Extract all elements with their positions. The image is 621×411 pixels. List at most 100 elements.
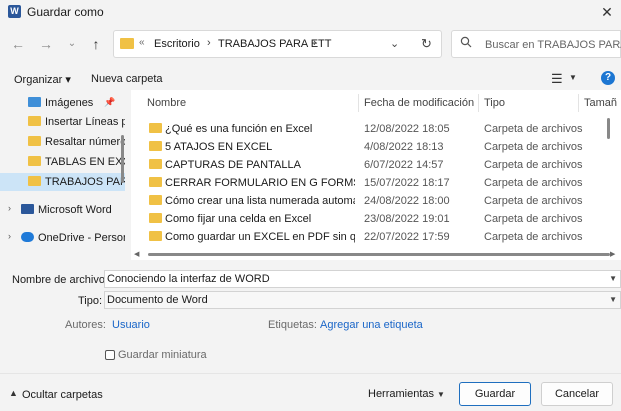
hide-folders-button[interactable]: Ocultar carpetas <box>22 389 103 401</box>
window-title: Guardar como <box>27 5 104 19</box>
file-row[interactable]: Como guardar un EXCEL en PDF sin que s..… <box>131 228 611 246</box>
file-type: Carpeta de archivos <box>484 195 583 207</box>
file-row[interactable]: Como fijar una celda en Excel 23/08/2022… <box>131 210 611 228</box>
filename-value: Conociendo la interfaz de WORD <box>107 273 270 285</box>
search-input[interactable]: Buscar en TRABAJOS PARA E... <box>451 30 621 58</box>
file-type: Carpeta de archivos <box>484 231 583 243</box>
folder-icon <box>149 213 162 223</box>
tools-caret-icon[interactable]: ▼ <box>437 390 445 399</box>
back-button[interactable]: ← <box>9 35 27 53</box>
new-folder-button[interactable]: Nueva carpeta <box>91 73 163 85</box>
file-name: Como fijar una celda en Excel <box>165 213 312 225</box>
file-list-vertical-scrollbar[interactable] <box>607 118 610 139</box>
navpane-scrollbar[interactable] <box>121 135 124 183</box>
address-bar[interactable]: « Escritorio › TRABAJOS PARA ETT › ⌄ ↻ <box>113 30 442 58</box>
nav-item-trabajos-para-ett[interactable]: TRABAJOS PARA <box>0 173 125 191</box>
breadcrumb-escritorio[interactable]: Escritorio <box>154 38 200 50</box>
forward-button[interactable]: → <box>37 35 55 53</box>
authors-field[interactable]: Usuario <box>112 319 150 331</box>
nav-item-tablas-excel[interactable]: TABLAS EN EXCE <box>0 153 125 171</box>
file-row[interactable]: ¿Qué es una función en Excel 12/08/2022 … <box>131 120 611 138</box>
file-row[interactable]: Cómo crear una lista numerada automáti..… <box>131 192 611 210</box>
file-date: 22/07/2022 17:59 <box>364 231 450 243</box>
folder-icon <box>28 176 41 186</box>
chevron-down-icon[interactable]: ▼ <box>609 295 617 304</box>
chevron-down-icon[interactable]: ▼ <box>609 274 617 283</box>
file-type: Carpeta de archivos <box>484 159 583 171</box>
scroll-left-icon[interactable]: ◀ <box>134 250 139 258</box>
nav-item-imagenes[interactable]: Imágenes 📌 <box>0 94 125 112</box>
folder-icon <box>149 123 162 133</box>
column-header-name[interactable]: Nombre <box>147 97 186 109</box>
view-caret-icon[interactable]: ▼ <box>569 73 577 82</box>
cancel-button[interactable]: Cancelar <box>541 382 613 406</box>
up-button[interactable]: ↑ <box>87 35 105 53</box>
file-date: 12/08/2022 18:05 <box>364 123 450 135</box>
file-date: 23/08/2022 19:01 <box>364 213 450 225</box>
filename-input[interactable]: Conociendo la interfaz de WORD ▼ <box>104 270 621 288</box>
file-name: CERRAR FORMULARIO EN G FORMS <box>165 177 355 189</box>
breadcrumb-chevron-icon[interactable]: › <box>313 37 317 49</box>
file-row[interactable]: CAPTURAS DE PANTALLA 6/07/2022 14:57 Car… <box>131 156 611 174</box>
file-type: Carpeta de archivos <box>484 213 583 225</box>
breadcrumb-chevron-icon[interactable]: › <box>207 37 211 49</box>
tools-button[interactable]: Herramientas <box>368 388 434 400</box>
file-type: Carpeta de archivos <box>484 123 583 135</box>
help-icon[interactable]: ? <box>601 71 615 85</box>
refresh-icon[interactable]: ↻ <box>421 36 432 52</box>
nav-item-label: TRABAJOS PARA <box>45 176 125 188</box>
nav-item-resaltar-numeros[interactable]: Resaltar número <box>0 133 125 151</box>
folder-icon <box>120 38 134 49</box>
file-name: Cómo crear una lista numerada automáti..… <box>165 195 355 207</box>
file-date: 6/07/2022 14:57 <box>364 159 444 171</box>
search-icon <box>460 36 472 51</box>
folder-icon <box>149 177 162 187</box>
folder-icon <box>149 195 162 205</box>
file-type-select[interactable]: Documento de Word ▼ <box>104 291 621 309</box>
file-type: Carpeta de archivos <box>484 141 583 153</box>
save-thumbnail-checkbox[interactable] <box>105 350 115 360</box>
folder-icon <box>28 136 41 146</box>
file-row[interactable]: CERRAR FORMULARIO EN G FORMS 15/07/2022 … <box>131 174 611 192</box>
file-type: Carpeta de archivos <box>484 177 583 189</box>
column-header-size[interactable]: Tamañ <box>584 97 617 109</box>
organize-button[interactable]: Organizar ▾ <box>14 73 71 86</box>
recent-locations-button[interactable]: ⌄ <box>63 35 81 53</box>
address-overflow[interactable]: « <box>139 37 145 48</box>
file-list-horizontal-scrollbar[interactable] <box>148 253 610 256</box>
pictures-icon <box>28 97 41 107</box>
column-header-date[interactable]: Fecha de modificación <box>364 97 474 109</box>
column-divider[interactable] <box>478 94 479 112</box>
column-divider[interactable] <box>578 94 579 112</box>
nav-item-label: OneDrive - Person <box>38 232 125 244</box>
file-name: Como guardar un EXCEL en PDF sin que s..… <box>165 231 355 243</box>
filename-label: Nombre de archivo: <box>12 274 108 286</box>
expand-chevron-icon[interactable]: › <box>8 231 11 241</box>
nav-item-label: TABLAS EN EXCE <box>45 156 125 168</box>
pin-icon[interactable]: 📌 <box>104 97 115 108</box>
file-row[interactable]: 5 ATAJOS EN EXCEL 4/08/2022 18:13 Carpet… <box>131 138 611 156</box>
view-options-icon[interactable]: ☰ <box>551 71 563 87</box>
save-thumbnail-label: Guardar miniatura <box>118 349 207 361</box>
folder-icon <box>149 141 162 151</box>
chevron-up-icon[interactable]: ▲ <box>9 388 18 398</box>
save-button[interactable]: Guardar <box>459 382 531 406</box>
file-name: ¿Qué es una función en Excel <box>165 123 313 135</box>
column-header-type[interactable]: Tipo <box>484 97 505 109</box>
file-type-value: Documento de Word <box>107 294 208 306</box>
file-name: CAPTURAS DE PANTALLA <box>165 159 301 171</box>
footer-divider <box>0 373 621 374</box>
nav-item-label: Insertar Líneas p <box>45 116 125 128</box>
nav-item-microsoft-word[interactable]: › Microsoft Word <box>0 201 125 219</box>
nav-item-insertar-lineas[interactable]: Insertar Líneas p <box>0 113 125 131</box>
nav-item-label: Microsoft Word <box>38 204 112 216</box>
nav-item-onedrive[interactable]: › OneDrive - Person <box>0 229 125 247</box>
close-button[interactable]: ✕ <box>596 2 618 22</box>
scroll-right-icon[interactable]: ▶ <box>610 250 615 258</box>
address-dropdown-icon[interactable]: ⌄ <box>390 37 399 50</box>
column-divider[interactable] <box>358 94 359 112</box>
file-name: 5 ATAJOS EN EXCEL <box>165 141 273 153</box>
tags-field[interactable]: Agregar una etiqueta <box>320 319 423 331</box>
cloud-icon <box>21 232 34 242</box>
expand-chevron-icon[interactable]: › <box>8 203 11 213</box>
